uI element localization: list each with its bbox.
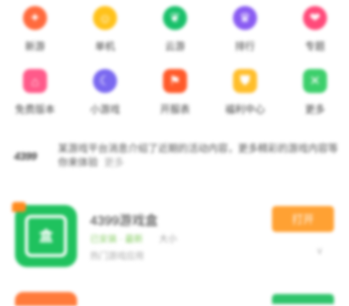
- category-label: 福利中心: [225, 105, 265, 116]
- category-label: 排行: [235, 42, 255, 53]
- category-label: 更多: [305, 105, 325, 116]
- shield-icon: ⛊: [233, 69, 257, 93]
- app-meta: 已安装 · 最新 大小: [90, 232, 177, 245]
- category-welfare[interactable]: ⛊ 福利中心: [210, 62, 280, 124]
- hot-badge-icon: [12, 202, 26, 212]
- open-button[interactable]: 打开: [272, 206, 334, 232]
- category-new-games[interactable]: ✦ 新游: [0, 0, 70, 62]
- app-card[interactable]: 盒 4399游戏盒 已安装 · 最新 大小 热门游戏应用 打开 ∨: [0, 196, 349, 274]
- heart-icon: ❤: [303, 6, 327, 30]
- category-label: 开服表: [160, 105, 190, 116]
- category-free-version[interactable]: ⌂ 免费版本: [0, 62, 70, 124]
- category-ranking[interactable]: ♛ 排行: [210, 0, 280, 62]
- box-icon: 盒: [25, 215, 67, 257]
- next-app-button[interactable]: [272, 294, 334, 304]
- category-label: 单机: [95, 42, 115, 53]
- category-server-list[interactable]: ⚑ 开服表: [140, 62, 210, 124]
- app-name: 4399游戏盒: [90, 213, 158, 228]
- app-status: 已安装 · 最新: [90, 234, 143, 244]
- category-label: 云游: [165, 42, 185, 53]
- chevron-down-icon[interactable]: ∨: [316, 246, 323, 257]
- category-row-2: ⌂ 免费版本 ☾ 小游戏 ⚑ 开服表 ⛊ 福利中心 ✕ 更多: [0, 62, 349, 124]
- news-headline: 某游戏平台消息介绍了近期的活动内容，更多精彩的游戏内容等你来体验: [58, 144, 338, 169]
- category-row-1: ✦ 新游 ☺ 单机 ❦ 云游 ♛ 排行 ❤ 专题: [0, 0, 349, 62]
- gift-icon: ⌂: [23, 69, 47, 93]
- category-single-player[interactable]: ☺ 单机: [70, 0, 140, 62]
- moon-icon: ☾: [93, 69, 117, 93]
- category-label: 小游戏: [90, 105, 120, 116]
- app-size: 大小: [159, 234, 178, 244]
- app-icon[interactable]: 盒: [15, 205, 77, 267]
- grid-icon: ✕: [303, 69, 327, 93]
- category-mini-games[interactable]: ☾ 小游戏: [70, 62, 140, 124]
- leaf-icon: ❦: [163, 6, 187, 30]
- crown-icon: ♛: [233, 6, 257, 30]
- news-ticker[interactable]: 4399 某游戏平台消息介绍了近期的活动内容，更多精彩的游戏内容等你来体验 更多: [0, 140, 349, 182]
- flag-icon: ⚑: [163, 69, 187, 93]
- flame-icon: ✦: [23, 6, 47, 30]
- category-more[interactable]: ✕ 更多: [280, 62, 349, 124]
- category-label: 专题: [305, 42, 325, 53]
- smile-icon: ☺: [93, 6, 117, 30]
- category-topics[interactable]: ❤ 专题: [280, 0, 349, 62]
- category-cloud-games[interactable]: ❦ 云游: [140, 0, 210, 62]
- news-text[interactable]: 某游戏平台消息介绍了近期的活动内容，更多精彩的游戏内容等你来体验 更多: [58, 143, 340, 171]
- app-description: 热门游戏应用: [90, 251, 145, 261]
- news-more-link[interactable]: 更多: [104, 158, 124, 169]
- category-label: 免费版本: [15, 105, 55, 116]
- next-app-icon[interactable]: [15, 292, 77, 306]
- category-label: 新游: [25, 42, 45, 53]
- news-tag: 4399: [14, 151, 37, 163]
